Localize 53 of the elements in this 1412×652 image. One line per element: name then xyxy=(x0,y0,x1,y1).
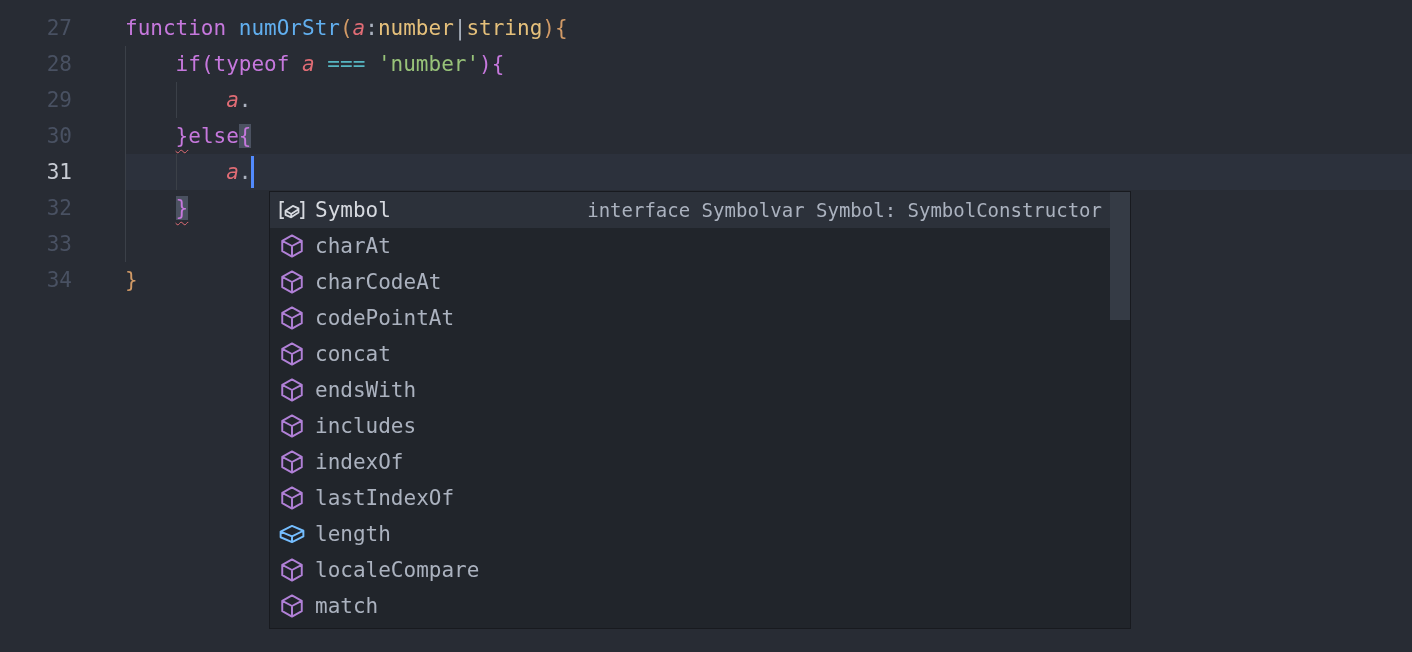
code-token: { xyxy=(238,124,252,148)
suggestion-item[interactable]: length xyxy=(270,516,1110,552)
code-token: { xyxy=(554,16,568,40)
cube-icon xyxy=(279,305,305,331)
scrollbar-thumb[interactable] xyxy=(1110,192,1130,320)
code-token: a xyxy=(352,16,366,40)
cube-icon xyxy=(279,377,305,403)
code-token: ) xyxy=(542,16,555,40)
code-token: === xyxy=(327,52,367,76)
code-token: string xyxy=(466,16,543,40)
code-token: } xyxy=(125,268,138,292)
code-token: a xyxy=(302,52,315,76)
suggestion-item[interactable]: lastIndexOf xyxy=(270,480,1110,516)
code-token: } xyxy=(175,124,189,148)
suggestion-item[interactable]: includes xyxy=(270,408,1110,444)
cube-icon xyxy=(279,449,305,475)
suggestion-item[interactable]: endsWith xyxy=(270,372,1110,408)
code-token: } xyxy=(175,196,189,220)
code-token: 'number' xyxy=(377,52,480,76)
suggestion-item[interactable]: match xyxy=(270,588,1110,624)
code-token: function xyxy=(125,16,228,40)
code-token: a xyxy=(226,160,239,184)
suggestion-item[interactable]: charCodeAt xyxy=(270,264,1110,300)
cube-icon xyxy=(279,269,305,295)
code-token: typeof xyxy=(213,52,291,76)
suggestion-item[interactable]: codePointAt xyxy=(270,300,1110,336)
code-token: number xyxy=(377,16,454,40)
suggestion-item[interactable]: charAt xyxy=(270,228,1110,264)
code-token: : xyxy=(365,16,378,40)
code-token: a xyxy=(226,88,239,112)
code-token: ) xyxy=(479,52,492,76)
code-token: | xyxy=(453,16,467,40)
cube-icon xyxy=(279,341,305,367)
suggestion-detail: interface Symbolvar Symbol: SymbolConstructor xyxy=(587,199,1102,221)
suggestion-item[interactable]: localeCompare xyxy=(270,552,1110,588)
code-token: ( xyxy=(200,52,214,76)
cube-icon xyxy=(279,485,305,511)
suggestion-item[interactable]: Symbol interface Symbolvar Symbol: SymbolConstructor xyxy=(270,192,1110,228)
code-token: else xyxy=(188,124,239,148)
suggestion-item[interactable]: indexOf xyxy=(270,444,1110,480)
line-number: 31 xyxy=(45,160,72,184)
code-token: numOrStr xyxy=(238,16,340,40)
code-token: . xyxy=(238,88,252,112)
cube-icon xyxy=(279,557,305,583)
code-token: if xyxy=(175,52,201,76)
code-token: ( xyxy=(339,16,353,40)
cube-icon xyxy=(279,233,305,259)
cube-icon xyxy=(279,413,305,439)
text-cursor xyxy=(251,156,255,188)
code-token: . xyxy=(238,160,252,184)
suggestion-item[interactable]: concat xyxy=(270,336,1110,372)
cube-icon xyxy=(279,593,305,619)
code-token: { xyxy=(491,52,505,76)
